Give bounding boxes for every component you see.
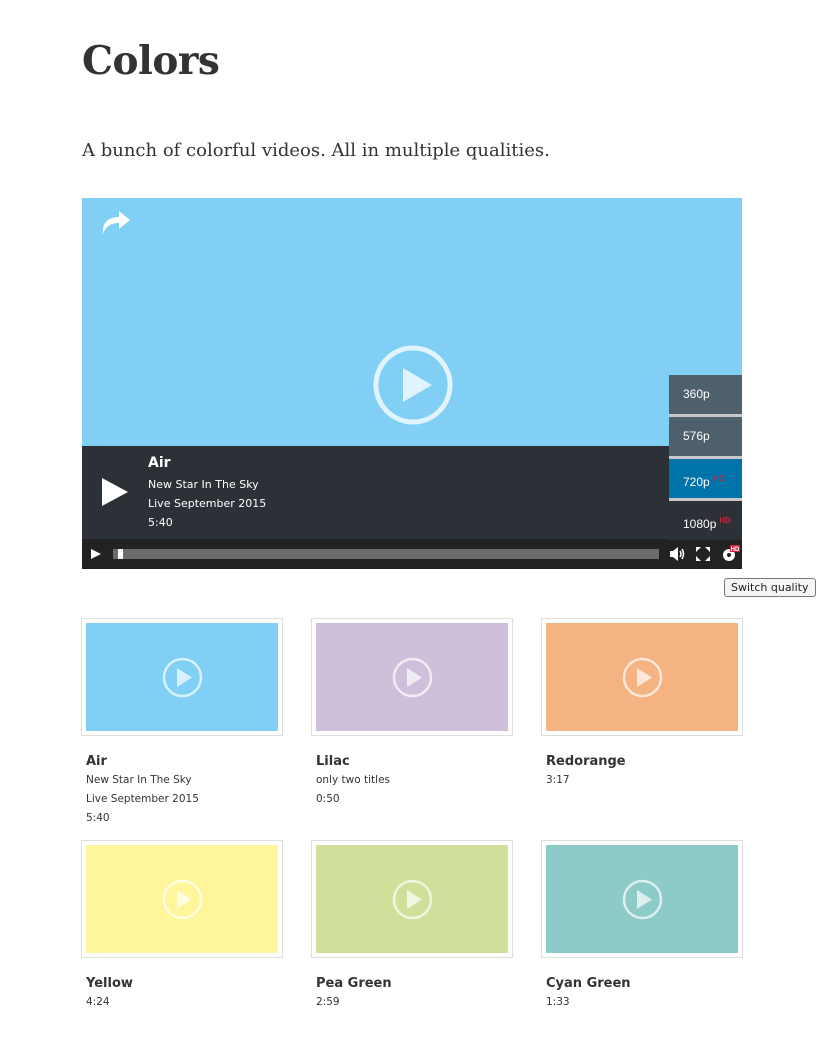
- play-circle-icon: [392, 879, 433, 920]
- video-card[interactable]: Air New Star In The Sky Live September 201…: [81, 618, 283, 830]
- video-subtitle: Live September 2015: [148, 497, 267, 510]
- svg-text:HD: HD: [731, 547, 740, 553]
- video-card-title[interactable]: Pea Green: [316, 976, 512, 991]
- hd-badge: HD: [719, 516, 731, 525]
- video-card-meta: 1:33: [546, 996, 570, 1008]
- video-subtitle: New Star In The Sky: [148, 478, 259, 491]
- video-info-overlay: Air New Star In The Sky Live September 2…: [82, 446, 742, 539]
- play-circle-icon: [162, 879, 203, 920]
- hd-badge: HD: [712, 474, 725, 483]
- play-circle-icon: [622, 879, 663, 920]
- quality-label: 360p: [683, 387, 710, 401]
- video-card-meta: 3:17: [546, 774, 570, 786]
- quality-option-720p[interactable]: 720p HD: [669, 459, 742, 501]
- video-thumbnail[interactable]: [311, 840, 513, 958]
- video-thumbnail[interactable]: [541, 618, 743, 736]
- video-thumbnail[interactable]: [81, 840, 283, 958]
- play-icon[interactable]: [100, 476, 130, 508]
- video-card-meta: 2:59: [316, 996, 340, 1008]
- video-card[interactable]: Redorange 3:17: [541, 618, 743, 792]
- video-card-meta: Live September 2015: [86, 793, 199, 805]
- video-thumbnail[interactable]: [311, 618, 513, 736]
- share-icon[interactable]: [99, 208, 133, 238]
- tooltip: Switch quality: [724, 578, 816, 597]
- progress-bar[interactable]: [113, 549, 659, 559]
- video-card-meta: 4:24: [86, 996, 110, 1008]
- video-card-title[interactable]: Yellow: [86, 976, 282, 991]
- play-circle-icon: [392, 657, 433, 698]
- play-circle-icon: [622, 657, 663, 698]
- video-player[interactable]: Air New Star In The Sky Live September 2…: [82, 198, 742, 569]
- quality-label: 576p: [683, 429, 710, 443]
- video-card-meta: 0:50: [316, 793, 340, 805]
- page-description: A bunch of colorful videos. All in multi…: [82, 140, 550, 161]
- video-thumbnail[interactable]: [81, 618, 283, 736]
- quality-option-360p[interactable]: 360p: [669, 375, 742, 417]
- video-card-title[interactable]: Redorange: [546, 754, 742, 769]
- quality-label: 720p: [683, 475, 710, 489]
- quality-option-1080p[interactable]: 1080p HD: [669, 501, 742, 540]
- video-card[interactable]: Pea Green 2:59: [311, 840, 513, 1014]
- fullscreen-icon[interactable]: [696, 547, 710, 561]
- video-title: Air: [148, 455, 171, 471]
- video-card-title[interactable]: Cyan Green: [546, 976, 742, 991]
- gear-hd-icon[interactable]: HD: [720, 545, 740, 563]
- video-card-meta: only two titles: [316, 774, 391, 786]
- progress-handle[interactable]: [118, 549, 124, 559]
- video-card[interactable]: Cyan Green 1:33: [541, 840, 743, 1014]
- video-duration: 5:40: [148, 516, 173, 529]
- play-icon[interactable]: [90, 548, 102, 560]
- video-card[interactable]: Yellow 4:24: [81, 840, 283, 1014]
- big-play-icon[interactable]: [372, 344, 454, 426]
- video-card-meta: 5:40: [86, 812, 110, 824]
- video-card[interactable]: Lilac only two titles 0:50: [311, 618, 513, 811]
- quality-option-576p[interactable]: 576p: [669, 417, 742, 459]
- video-card-title[interactable]: Lilac: [316, 754, 512, 769]
- control-bar: HD: [82, 539, 742, 569]
- video-thumbnail[interactable]: [541, 840, 743, 958]
- video-card-meta: New Star In The Sky: [86, 774, 192, 786]
- video-card-title[interactable]: Air: [86, 754, 282, 769]
- page-title: Colors: [82, 38, 220, 84]
- quality-menu: 360p 576p 720p HD 1080p HD: [669, 375, 742, 540]
- play-circle-icon: [162, 657, 203, 698]
- volume-icon[interactable]: [669, 547, 685, 561]
- quality-label: 1080p: [683, 517, 717, 531]
